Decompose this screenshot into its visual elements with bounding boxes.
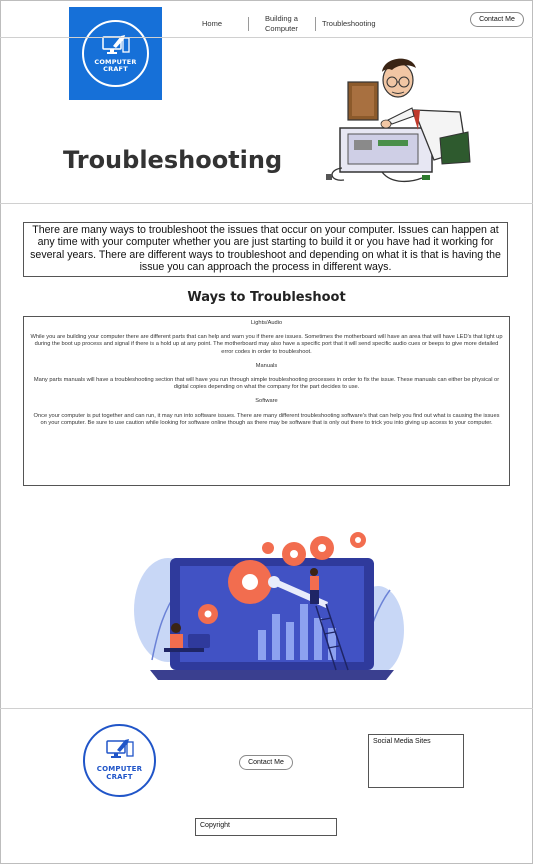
- main-nav: Home Building a Computer Troubleshooting: [0, 14, 533, 44]
- page-title: Troubleshooting: [63, 146, 283, 174]
- contact-me-button[interactable]: Contact Me: [470, 12, 524, 27]
- computer-icon: [105, 739, 134, 758]
- nav-building-line2: Computer: [265, 24, 298, 33]
- nav-home-link[interactable]: Home: [202, 19, 222, 29]
- nav-troubleshooting-link[interactable]: Troubleshooting: [322, 19, 376, 29]
- nav-divider: [248, 17, 249, 31]
- intro-text: There are many ways to troubleshoot the …: [23, 222, 508, 277]
- nav-divider: [315, 17, 316, 31]
- footer-contact-me-button[interactable]: Contact Me: [239, 755, 293, 770]
- logo-text-line2: CRAFT: [103, 65, 128, 73]
- social-media-label: Social Media Sites: [373, 738, 431, 745]
- header-divider: [0, 37, 533, 38]
- technician-illustration: [326, 58, 471, 183]
- footer-logo[interactable]: COMPUTER CRAFT: [83, 724, 156, 797]
- ways-heading: Ways to Troubleshoot: [187, 290, 346, 305]
- laptop-gears-illustration: [134, 532, 404, 680]
- footer-divider: [0, 708, 533, 709]
- tip-title-lights-audio: Lights/Audio: [250, 320, 283, 326]
- footer-logo-text-line2: CRAFT: [106, 773, 133, 781]
- tip-title-manuals: Manuals: [255, 362, 278, 369]
- copyright-label: Copyright: [200, 822, 230, 829]
- tip-text-manuals: Many parts manuals will have a troublesh…: [33, 377, 500, 391]
- nav-building-line1: Building a: [265, 14, 298, 23]
- tip-text-lights-audio: While you are building your computer the…: [30, 334, 503, 355]
- tip-title-software: Software: [255, 398, 278, 405]
- social-media-box: Social Media Sites: [368, 734, 464, 788]
- tips-panel: Lights/Audio While you are building your…: [23, 316, 510, 486]
- tip-text-software: Once your computer is put together and c…: [33, 412, 500, 426]
- copyright-box: Copyright: [195, 818, 337, 836]
- hero-divider: [0, 203, 533, 204]
- nav-building-link[interactable]: Building a Computer: [265, 14, 298, 34]
- footer-logo-text-line1: COMPUTER: [96, 765, 143, 773]
